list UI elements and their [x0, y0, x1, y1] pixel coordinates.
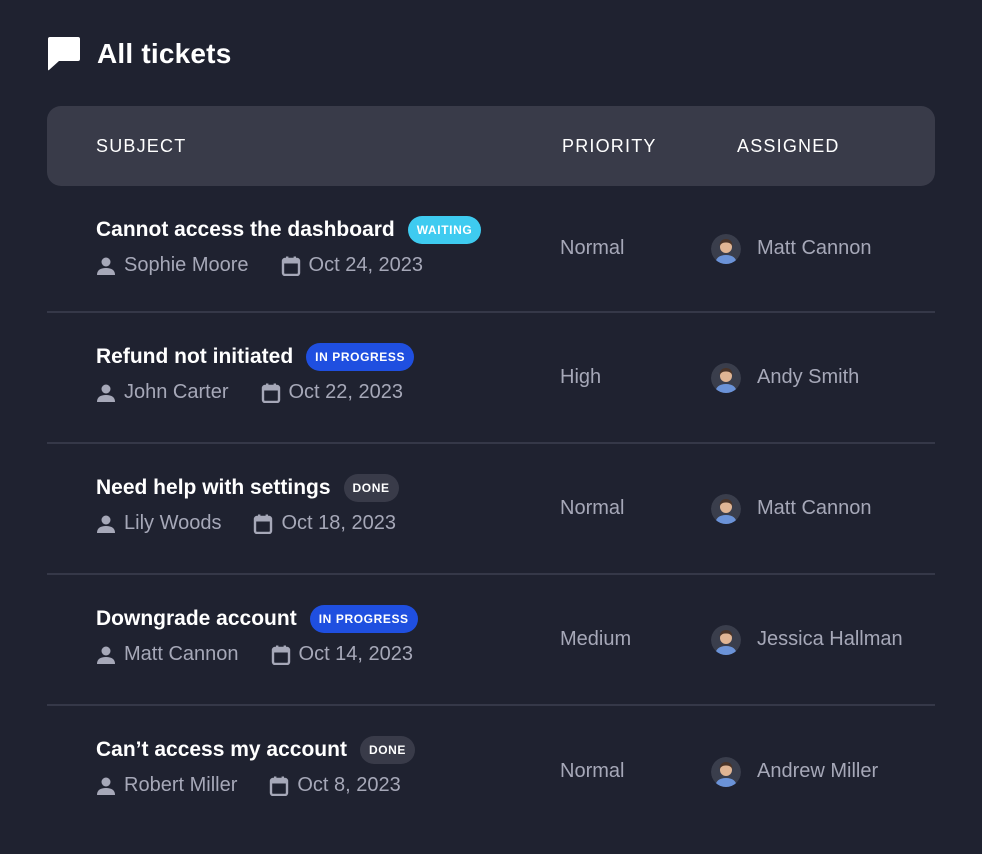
assignee-cell[interactable]: Jessica Hallman — [711, 575, 903, 704]
column-header-priority[interactable]: PRIORITY — [562, 106, 657, 186]
calendar-icon — [261, 383, 280, 403]
assignee-cell[interactable]: Andrew Miller — [711, 706, 878, 837]
ticket-row[interactable]: Can’t access my account DONE Robert Mill… — [47, 706, 935, 837]
subject-cell: Downgrade account IN PROGRESS — [96, 605, 418, 633]
date-text: Oct 14, 2023 — [298, 643, 414, 665]
subject-cell: Cannot access the dashboard WAITING — [96, 216, 482, 244]
page-header: All tickets — [47, 36, 231, 72]
ticket-row[interactable]: Cannot access the dashboard WAITING Soph… — [47, 186, 935, 313]
user-icon — [97, 515, 115, 533]
requester-name: Lily Woods — [124, 512, 222, 534]
calendar-icon — [254, 514, 273, 534]
ticket-date: Oct 24, 2023 — [281, 254, 424, 277]
ticket-meta: Lily Woods Oct 18, 2023 — [96, 512, 428, 535]
ticket-meta: Matt Cannon Oct 14, 2023 — [96, 643, 445, 666]
ticket-date: Oct 22, 2023 — [261, 381, 404, 404]
requester: John Carter — [96, 381, 229, 404]
ticket-date: Oct 18, 2023 — [253, 512, 396, 535]
ticket-meta: Robert Miller Oct 8, 2023 — [96, 774, 433, 797]
priority-cell: High — [560, 366, 602, 388]
assignee-name: Matt Cannon — [757, 497, 872, 519]
ticket-subject[interactable]: Need help with settings — [96, 476, 331, 500]
priority-cell: Normal — [560, 497, 625, 519]
subject-cell: Can’t access my account DONE — [96, 736, 416, 764]
requester-name: John Carter — [124, 381, 229, 403]
page-title: All tickets — [97, 38, 232, 69]
assignee-cell[interactable]: Andy Smith — [711, 313, 859, 442]
status-badge: IN PROGRESS — [306, 343, 415, 371]
user-icon — [97, 257, 115, 275]
ticket-subject[interactable]: Cannot access the dashboard — [96, 218, 395, 242]
calendar-icon — [281, 256, 300, 276]
ticket-subject[interactable]: Can’t access my account — [96, 738, 347, 762]
date-text: Oct 8, 2023 — [297, 774, 401, 796]
requester-name: Matt Cannon — [124, 643, 239, 665]
avatar — [711, 624, 741, 655]
subject-cell: Refund not initiated IN PROGRESS — [96, 343, 415, 371]
ticket-subject[interactable]: Downgrade account — [96, 607, 297, 631]
subject-cell: Need help with settings DONE — [96, 474, 399, 502]
calendar-icon — [271, 645, 290, 665]
status-badge: IN PROGRESS — [309, 605, 418, 633]
assignee-name: Jessica Hallman — [757, 628, 903, 650]
avatar — [711, 362, 741, 393]
status-badge: WAITING — [407, 216, 482, 244]
priority-cell: Normal — [560, 760, 625, 782]
assignee-name: Andy Smith — [757, 366, 860, 388]
status-badge: DONE — [359, 736, 416, 764]
calendar-icon — [270, 776, 289, 796]
tickets-page: All tickets SUBJECT PRIORITY ASSIGNED Ca… — [0, 0, 982, 854]
ticket-meta: Sophie Moore Oct 24, 2023 — [96, 254, 455, 277]
avatar — [711, 756, 741, 787]
priority-cell: Normal — [560, 237, 625, 259]
assignee-cell[interactable]: Matt Cannon — [711, 444, 872, 573]
chat-bubble-icon — [48, 37, 80, 71]
user-icon — [97, 777, 115, 795]
requester-name: Robert Miller — [124, 774, 238, 796]
column-header-subject[interactable]: SUBJECT — [96, 106, 186, 186]
avatar — [711, 233, 741, 264]
date-text: Oct 18, 2023 — [281, 512, 396, 534]
date-text: Oct 22, 2023 — [288, 381, 404, 403]
ticket-date: Oct 14, 2023 — [271, 643, 414, 666]
requester: Matt Cannon — [96, 643, 239, 666]
priority-cell: Medium — [560, 628, 632, 650]
date-text: Oct 24, 2023 — [308, 254, 424, 276]
tickets-table: SUBJECT PRIORITY ASSIGNED Cannot access … — [47, 106, 935, 837]
ticket-row[interactable]: Need help with settings DONE Lily Woods … — [47, 444, 935, 575]
requester: Lily Woods — [96, 512, 221, 535]
assignee-name: Andrew Miller — [757, 760, 879, 782]
ticket-row[interactable]: Refund not initiated IN PROGRESS John Ca… — [47, 313, 935, 444]
ticket-meta: John Carter Oct 22, 2023 — [96, 381, 435, 404]
avatar — [711, 493, 741, 524]
column-header-assigned[interactable]: ASSIGNED — [737, 106, 840, 186]
assignee-cell[interactable]: Matt Cannon — [711, 186, 872, 311]
requester: Robert Miller — [96, 774, 237, 797]
ticket-row[interactable]: Downgrade account IN PROGRESS Matt Canno… — [47, 575, 935, 706]
status-badge: DONE — [343, 474, 399, 502]
table-body: Cannot access the dashboard WAITING Soph… — [47, 186, 935, 837]
ticket-subject[interactable]: Refund not initiated — [96, 345, 293, 369]
ticket-date: Oct 8, 2023 — [269, 774, 401, 797]
requester-name: Sophie Moore — [124, 254, 249, 276]
requester: Sophie Moore — [96, 254, 249, 277]
table-header: SUBJECT PRIORITY ASSIGNED — [47, 106, 935, 186]
assignee-name: Matt Cannon — [757, 237, 872, 259]
user-icon — [97, 646, 115, 664]
user-icon — [97, 384, 115, 402]
